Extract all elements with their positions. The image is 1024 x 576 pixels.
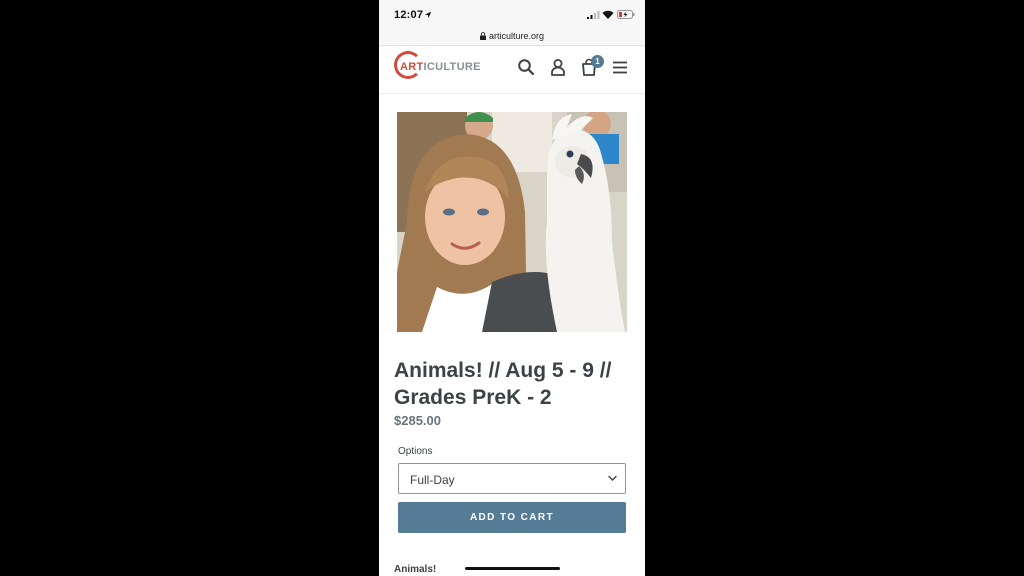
site-logo[interactable]: ART ICULTURE <box>394 50 481 84</box>
status-bar: 12:07 <box>379 0 645 26</box>
cart-count-badge: 1 <box>591 55 604 68</box>
options-label: Options <box>398 446 433 457</box>
phone-screen: 12:07 articulture.org ART ICULTURE 1 Ani… <box>379 0 645 576</box>
add-to-cart-button[interactable]: ADD TO CART <box>398 502 626 533</box>
product-price: $285.00 <box>394 413 441 428</box>
chevron-down-icon <box>608 475 617 481</box>
search-icon[interactable] <box>517 58 535 76</box>
account-icon[interactable] <box>549 58 567 76</box>
signal-icon <box>587 11 600 19</box>
description-heading: Animals! <box>394 564 437 575</box>
logo-text-art: ART <box>400 61 424 73</box>
wifi-icon <box>602 10 614 19</box>
site-header: ART ICULTURE 1 <box>379 46 645 94</box>
options-select-value: Full-Day <box>410 473 455 487</box>
product-image[interactable] <box>397 112 627 332</box>
logo-text-rest: ICULTURE <box>423 61 481 73</box>
location-icon <box>424 11 432 19</box>
url-text: articulture.org <box>488 31 545 41</box>
url-bar[interactable]: articulture.org <box>379 26 645 46</box>
product-title: Animals! // Aug 5 - 9 // Grades PreK - 2 <box>394 359 612 409</box>
home-indicator[interactable] <box>465 567 560 570</box>
battery-icon <box>617 10 635 19</box>
options-select[interactable]: Full-Day <box>398 463 626 494</box>
product-photo-illustration <box>397 112 627 332</box>
menu-icon[interactable] <box>611 58 629 76</box>
lock-icon <box>479 32 486 40</box>
status-time: 12:07 <box>394 9 424 21</box>
